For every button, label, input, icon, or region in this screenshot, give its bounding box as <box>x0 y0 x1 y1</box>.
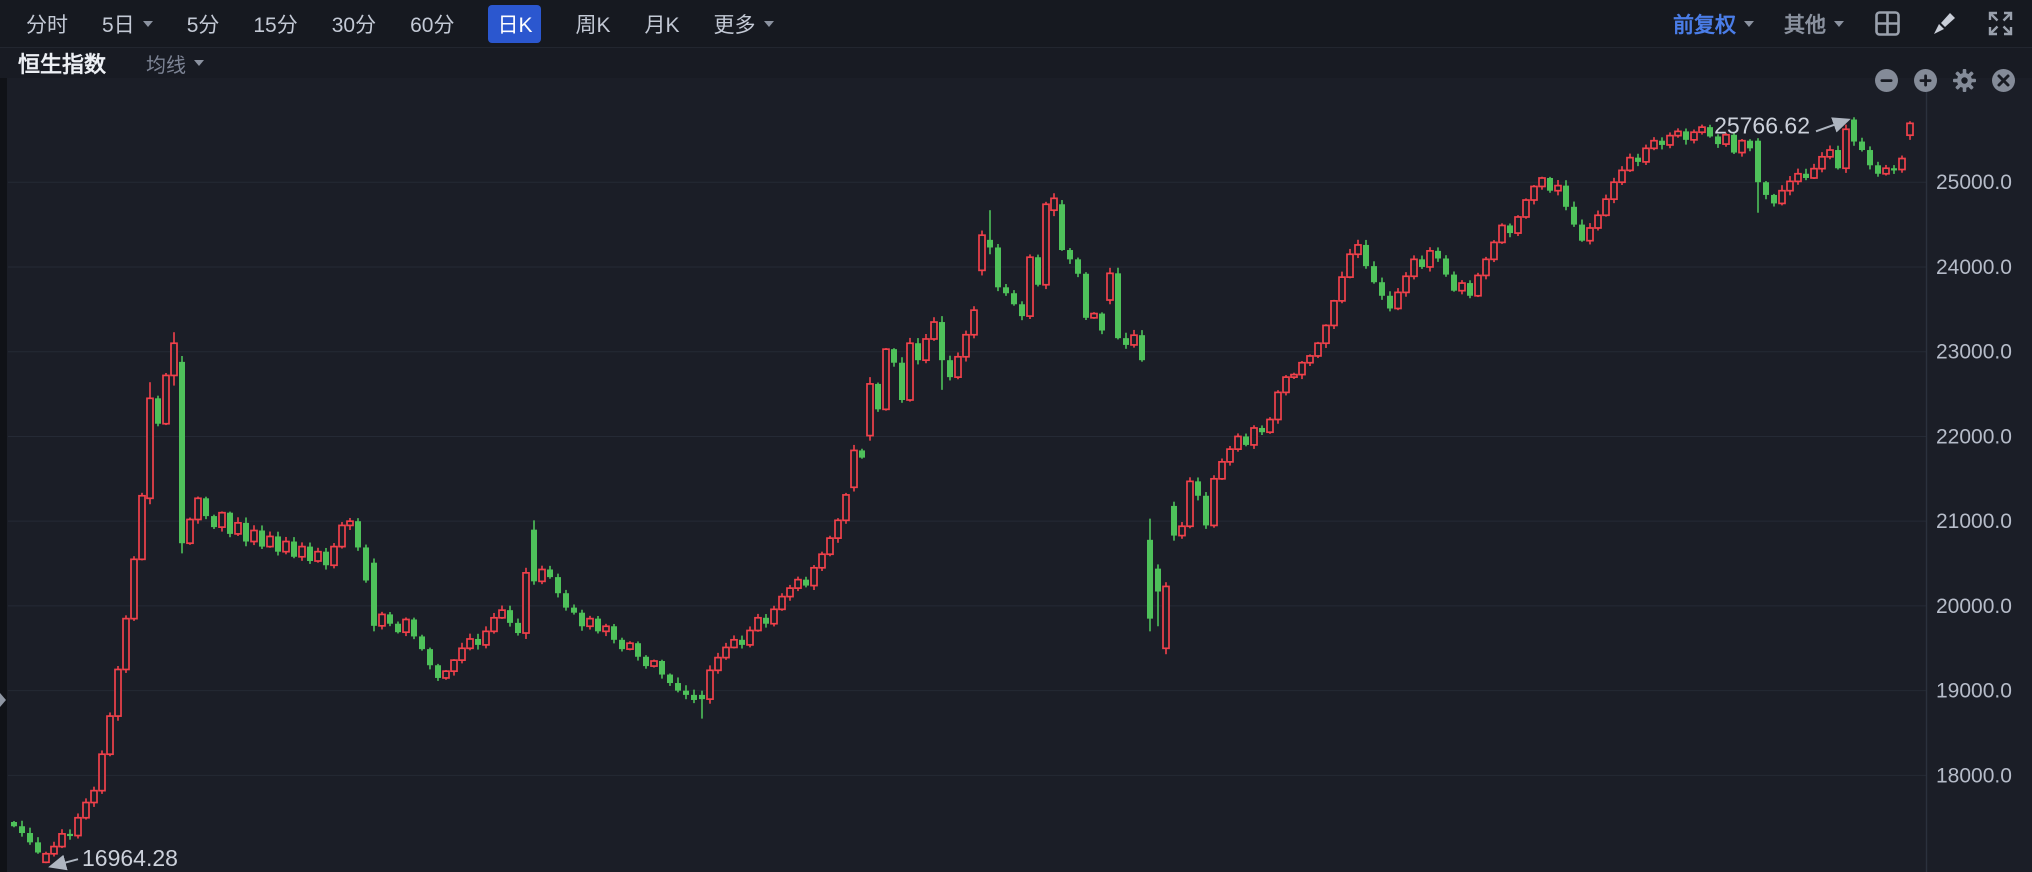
period-tab-label: 周K <box>575 9 610 39</box>
price-axis: 25000.0 24000.0 23000.0 22000.0 21000.0 20000… <box>1927 78 2012 872</box>
close-icon[interactable] <box>1991 68 2016 93</box>
svg-text:22000.0: 22000.0 <box>1936 425 2012 448</box>
other-dropdown[interactable]: 其他 <box>1784 9 1844 39</box>
chevron-down-icon <box>194 60 204 66</box>
zoom-out-icon[interactable] <box>1874 68 1899 93</box>
svg-text:16964.28: 16964.28 <box>82 845 178 871</box>
period-tabs: 分时 5日 5分 15分 30分 60分 日K 周K 月K 更多 <box>26 5 774 43</box>
annotations: 25766.62 16964.28 <box>52 112 1847 871</box>
ma-label: 均线 <box>146 49 186 78</box>
period-tab-8[interactable]: 月K <box>644 9 679 39</box>
ma-dropdown[interactable]: 均线 <box>146 49 204 78</box>
period-toolbar: 分时 5日 5分 15分 30分 60分 日K 周K 月K 更多 前复权 其他 <box>0 0 2032 48</box>
symbol-name: 恒生指数 <box>18 47 106 79</box>
zoom-in-icon[interactable] <box>1913 68 1938 93</box>
period-tab-3[interactable]: 15分 <box>253 9 297 39</box>
svg-text:24000.0: 24000.0 <box>1936 256 2012 279</box>
chevron-down-icon <box>1834 21 1844 27</box>
period-tab-5[interactable]: 60分 <box>410 9 454 39</box>
svg-text:18000.0: 18000.0 <box>1936 764 2012 787</box>
pane-controls <box>1874 68 2016 93</box>
grid-lines <box>8 182 1927 775</box>
chevron-down-icon <box>1744 21 1754 27</box>
period-tab-7[interactable]: 周K <box>575 9 610 39</box>
svg-text:19000.0: 19000.0 <box>1936 680 2012 703</box>
period-tab-label: 5分 <box>187 9 220 39</box>
brush-icon[interactable] <box>1931 11 1957 37</box>
period-tab-label: 月K <box>644 9 679 39</box>
chevron-down-icon <box>764 21 774 27</box>
period-tab-6[interactable]: 日K <box>488 5 541 43</box>
chevron-down-icon <box>143 21 153 27</box>
toolbar-right-group: 前复权 其他 <box>1673 9 2032 39</box>
adjust-mode-label: 前复权 <box>1673 9 1736 39</box>
svg-text:25000.0: 25000.0 <box>1936 171 2012 194</box>
period-tab-label: 更多 <box>714 9 756 39</box>
svg-text:23000.0: 23000.0 <box>1936 341 2012 364</box>
svg-text:21000.0: 21000.0 <box>1936 510 2012 533</box>
grid-layout-icon[interactable] <box>1874 10 1901 37</box>
period-tab-0[interactable]: 分时 <box>26 9 68 39</box>
settings-icon[interactable] <box>1952 68 1977 93</box>
period-tab-label: 15分 <box>253 9 297 39</box>
candlestick-chart[interactable]: 25000.0 24000.0 23000.0 22000.0 21000.0 20000… <box>0 78 2032 872</box>
period-tab-label: 分时 <box>26 9 68 39</box>
left-panel-edge <box>0 78 7 872</box>
period-tab-label: 日K <box>497 9 532 39</box>
fullscreen-icon[interactable] <box>1987 10 2014 37</box>
svg-text:25766.62: 25766.62 <box>1714 112 1810 138</box>
period-tab-label: 60分 <box>410 9 454 39</box>
other-label: 其他 <box>1784 9 1826 39</box>
period-tab-label: 30分 <box>332 9 376 39</box>
period-tab-9[interactable]: 更多 <box>714 9 774 39</box>
svg-text:20000.0: 20000.0 <box>1936 595 2012 618</box>
panel-collapse-handle <box>0 693 6 707</box>
adjust-mode-dropdown[interactable]: 前复权 <box>1673 9 1754 39</box>
stock-chart-app: 分时 5日 5分 15分 30分 60分 日K 周K 月K 更多 前复权 其他 <box>0 0 2032 872</box>
period-tab-2[interactable]: 5分 <box>187 9 220 39</box>
period-tab-label: 5日 <box>102 9 135 39</box>
period-tab-4[interactable]: 30分 <box>332 9 376 39</box>
candles <box>11 117 1913 863</box>
symbol-header: 恒生指数 均线 <box>0 48 2032 78</box>
period-tab-1[interactable]: 5日 <box>102 9 153 39</box>
